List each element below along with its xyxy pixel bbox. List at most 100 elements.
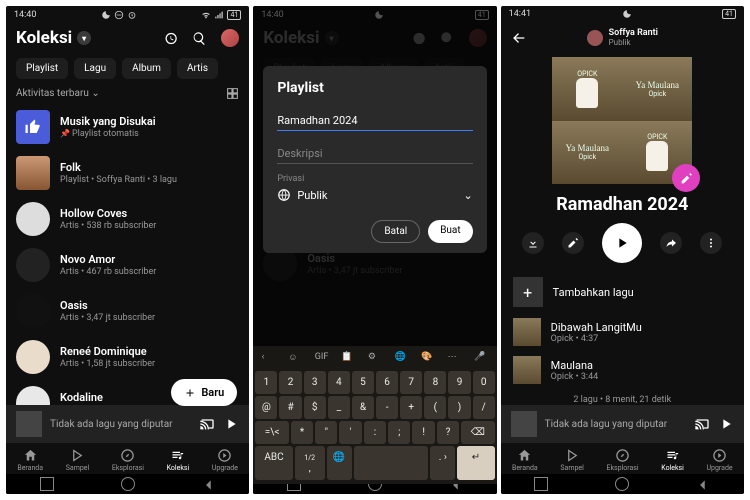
track-row[interactable]: MaulanaOpick • 3:44: [513, 351, 732, 389]
list-item[interactable]: Musik yang Disukai📌 Playlist otomatis: [16, 104, 239, 150]
back-arrow-icon[interactable]: [511, 30, 527, 46]
mini-player[interactable]: Tidak ada lagu yang diputar: [6, 405, 249, 443]
filter-tabs: Playlist Lagu Album Artis: [6, 52, 249, 85]
create-playlist-dialog: Playlist Ramadhan 2024 Deskripsi Privasi…: [263, 66, 486, 253]
settings-icon[interactable]: ⚙: [368, 352, 382, 366]
pencil-icon: [680, 172, 693, 185]
recent-apps-button[interactable]: [534, 477, 548, 491]
keyboard[interactable]: ‹ ☺ GIF 📋 ⚙ 🌐 🎨 ⋯ 🎤 1234567890 @#$_&-+()…: [253, 346, 496, 484]
header: Soffya RantiPublik: [501, 22, 744, 53]
period-key[interactable]: . ›: [430, 446, 455, 480]
page-title[interactable]: Koleksi ▾: [16, 28, 91, 48]
nav-koleksi[interactable]: Koleksi: [167, 448, 190, 472]
sort-row[interactable]: Aktivitas terbaru ⌄: [6, 85, 249, 104]
plus-icon: [184, 387, 196, 399]
share-icon: [665, 237, 677, 249]
status-time: 14:40: [14, 10, 36, 20]
recent-apps-button[interactable]: [40, 477, 54, 491]
play-icon: [614, 235, 630, 251]
artist-thumb: [16, 340, 50, 374]
nav-upgrade[interactable]: Upgrade: [212, 448, 238, 472]
nav-beranda[interactable]: Beranda: [17, 448, 43, 472]
edit-button[interactable]: [562, 232, 584, 254]
playlist-desc-input[interactable]: Deskripsi: [277, 141, 472, 164]
tab-lagu[interactable]: Lagu: [74, 58, 116, 79]
mini-player[interactable]: Tidak ada lagu yang diputar: [501, 405, 744, 443]
more-icon[interactable]: ⋯: [448, 352, 462, 366]
play-icon[interactable]: [718, 416, 734, 432]
backspace-key[interactable]: ⌫: [461, 421, 495, 444]
nav-upgrade[interactable]: Upgrade: [707, 448, 733, 472]
create-button[interactable]: Buat: [428, 220, 472, 243]
translate-icon[interactable]: 🌐: [395, 352, 409, 366]
history-icon[interactable]: [163, 31, 178, 46]
download-button[interactable]: [522, 232, 544, 254]
system-nav: [501, 474, 744, 494]
miniplayer-thumb: [16, 411, 42, 437]
sticker-icon[interactable]: ☺: [288, 352, 302, 366]
avatar[interactable]: [221, 29, 239, 47]
tab-album[interactable]: Album: [122, 58, 171, 79]
space-key[interactable]: [354, 446, 429, 480]
home-button[interactable]: [121, 477, 135, 491]
play-button[interactable]: [602, 223, 642, 263]
signal-icon: [214, 10, 224, 20]
gif-icon[interactable]: GIF: [315, 352, 329, 366]
abc-key[interactable]: ABC: [255, 446, 292, 480]
more-vert-icon: [705, 237, 717, 249]
play-icon[interactable]: [223, 416, 239, 432]
tab-playlist[interactable]: Playlist: [16, 58, 68, 79]
cast-icon[interactable]: [199, 416, 215, 432]
nav-eksplorasi[interactable]: Eksplorasi: [607, 448, 639, 472]
chevron-down-icon: ▾: [77, 31, 91, 45]
status-bar: 14:40 41: [6, 6, 249, 24]
playlist-cover: OPICK Ya MaulanaOpick Ya MaulanaOpick OP…: [552, 57, 692, 184]
playlist-name-input[interactable]: Ramadhan 2024: [277, 108, 472, 131]
clipboard-icon[interactable]: 📋: [341, 352, 355, 366]
battery-level: 41: [227, 10, 241, 20]
list-item[interactable]: Hollow CovesArtis • 538 rb subscriber: [16, 196, 239, 242]
symbols-key[interactable]: =\<: [255, 421, 289, 444]
screen-create-dialog: 14:40 41 Koleksi▾ PlaylistLaguAlbumArtis…: [253, 6, 496, 494]
back-button[interactable]: [202, 477, 216, 491]
comma-key[interactable]: 1/2,: [295, 446, 325, 480]
nav-sampel[interactable]: Sampel: [66, 448, 89, 472]
privacy-label: Privasi: [277, 174, 472, 184]
status-bar: 14:41 41: [501, 6, 744, 22]
list-item[interactable]: Reneé DominiqueArtis • 1,58 jt subscribe…: [16, 334, 239, 380]
cast-icon[interactable]: [694, 416, 710, 432]
new-playlist-fab[interactable]: Baru: [171, 379, 237, 406]
nav-beranda[interactable]: Beranda: [512, 448, 538, 472]
palette-icon[interactable]: 🎨: [421, 352, 435, 366]
home-button[interactable]: [615, 477, 629, 491]
lang-key[interactable]: 🌐: [327, 446, 352, 480]
bottom-nav: Beranda Sampel Eksplorasi Koleksi Upgrad…: [6, 443, 249, 474]
playlist-owner[interactable]: Soffya RantiPublik: [587, 28, 658, 47]
list-item[interactable]: Novo AmorArtis • 467 rb subscriber: [16, 242, 239, 288]
nav-sampel[interactable]: Sampel: [560, 448, 583, 472]
playlist-title: Ramadhan 2024: [501, 194, 744, 215]
add-track-row[interactable]: + Tambahkan lagu: [513, 271, 732, 313]
key[interactable]: 1: [255, 371, 277, 394]
nav-left-icon[interactable]: ‹: [262, 352, 276, 366]
back-button[interactable]: [696, 477, 710, 491]
search-icon[interactable]: [192, 31, 207, 46]
list-item[interactable]: OasisArtis • 3,47 jt subscriber: [16, 288, 239, 334]
more-button[interactable]: [700, 232, 722, 254]
cancel-button[interactable]: Batal: [371, 220, 420, 243]
screen-playlist-detail: 14:41 41 Soffya RantiPublik OPICK Ya Mau…: [501, 6, 744, 494]
grid-view-icon[interactable]: [226, 87, 239, 100]
share-button[interactable]: [660, 232, 682, 254]
track-row[interactable]: Dibawah LangitMuOpick • 4:37: [513, 313, 732, 351]
nav-eksplorasi[interactable]: Eksplorasi: [112, 448, 144, 472]
enter-key[interactable]: ↵: [457, 446, 494, 480]
mic-icon[interactable]: 🎤: [474, 352, 488, 366]
artist-thumb: [16, 294, 50, 328]
privacy-selector[interactable]: Publik ⌄: [277, 188, 472, 206]
list-item[interactable]: FolkPlaylist • Soffya Ranti • 3 lagu: [16, 150, 239, 196]
edit-cover-fab[interactable]: [672, 164, 700, 192]
owner-avatar: [587, 30, 603, 46]
globe-icon: [277, 188, 291, 202]
nav-koleksi[interactable]: Koleksi: [661, 448, 684, 472]
tab-artis[interactable]: Artis: [177, 58, 218, 79]
